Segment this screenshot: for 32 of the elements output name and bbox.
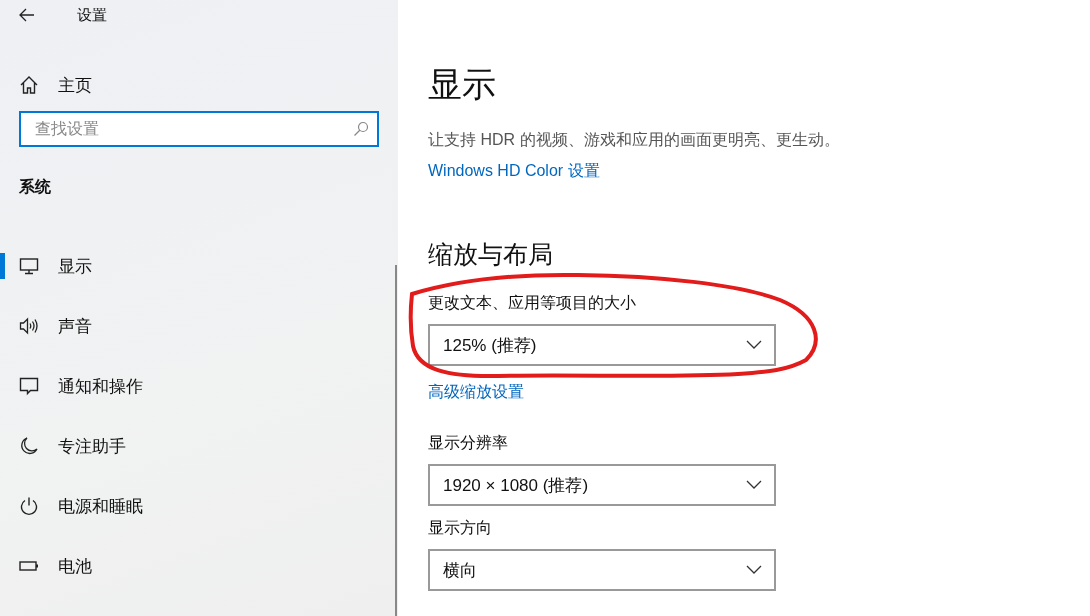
speaker-icon xyxy=(19,316,39,336)
search-field[interactable]: 查找设置 xyxy=(19,111,379,147)
home-icon xyxy=(19,75,39,95)
nav-item[interactable]: 显示 xyxy=(0,236,398,296)
section-heading: 缩放与布局 xyxy=(428,239,554,270)
dropdown[interactable]: 125% (推荐) xyxy=(428,324,776,366)
moon-icon xyxy=(19,436,39,456)
back-arrow-icon[interactable] xyxy=(19,8,35,22)
field-label: 更改文本、应用等项目的大小 xyxy=(428,293,637,313)
hdr-description: 让支持 HDR 的视频、游戏和应用的画面更明亮、更生动。 xyxy=(428,130,841,150)
nav-item[interactable]: 专注助手 xyxy=(0,416,398,476)
chevron-down-icon xyxy=(746,565,762,575)
nav-item[interactable]: 通知和操作 xyxy=(0,356,398,416)
advanced-scaling-link[interactable]: 高级缩放设置 xyxy=(428,382,524,403)
window-title: 设置 xyxy=(77,5,107,25)
scrollbar[interactable] xyxy=(395,265,397,616)
nav-item[interactable]: 声音 xyxy=(0,296,398,356)
speech-bubble-icon xyxy=(19,376,39,396)
nav-item[interactable]: 电池 xyxy=(0,536,398,596)
chevron-down-icon xyxy=(746,340,762,350)
monitor-icon xyxy=(19,256,39,276)
search-icon xyxy=(353,121,369,137)
nav-item[interactable]: 电源和睡眠 xyxy=(0,476,398,536)
hdr-color-link[interactable]: Windows HD Color 设置 xyxy=(428,161,600,182)
page-title: 显示 xyxy=(428,64,497,105)
power-icon xyxy=(19,496,39,516)
chevron-down-icon xyxy=(746,480,762,490)
section-heading: 系统 xyxy=(18,177,52,197)
dropdown[interactable]: 横向 xyxy=(428,549,776,591)
field-label: 显示方向 xyxy=(428,518,493,538)
field-label: 显示分辨率 xyxy=(428,433,509,453)
dropdown[interactable]: 1920 × 1080 (推荐) xyxy=(428,464,776,506)
